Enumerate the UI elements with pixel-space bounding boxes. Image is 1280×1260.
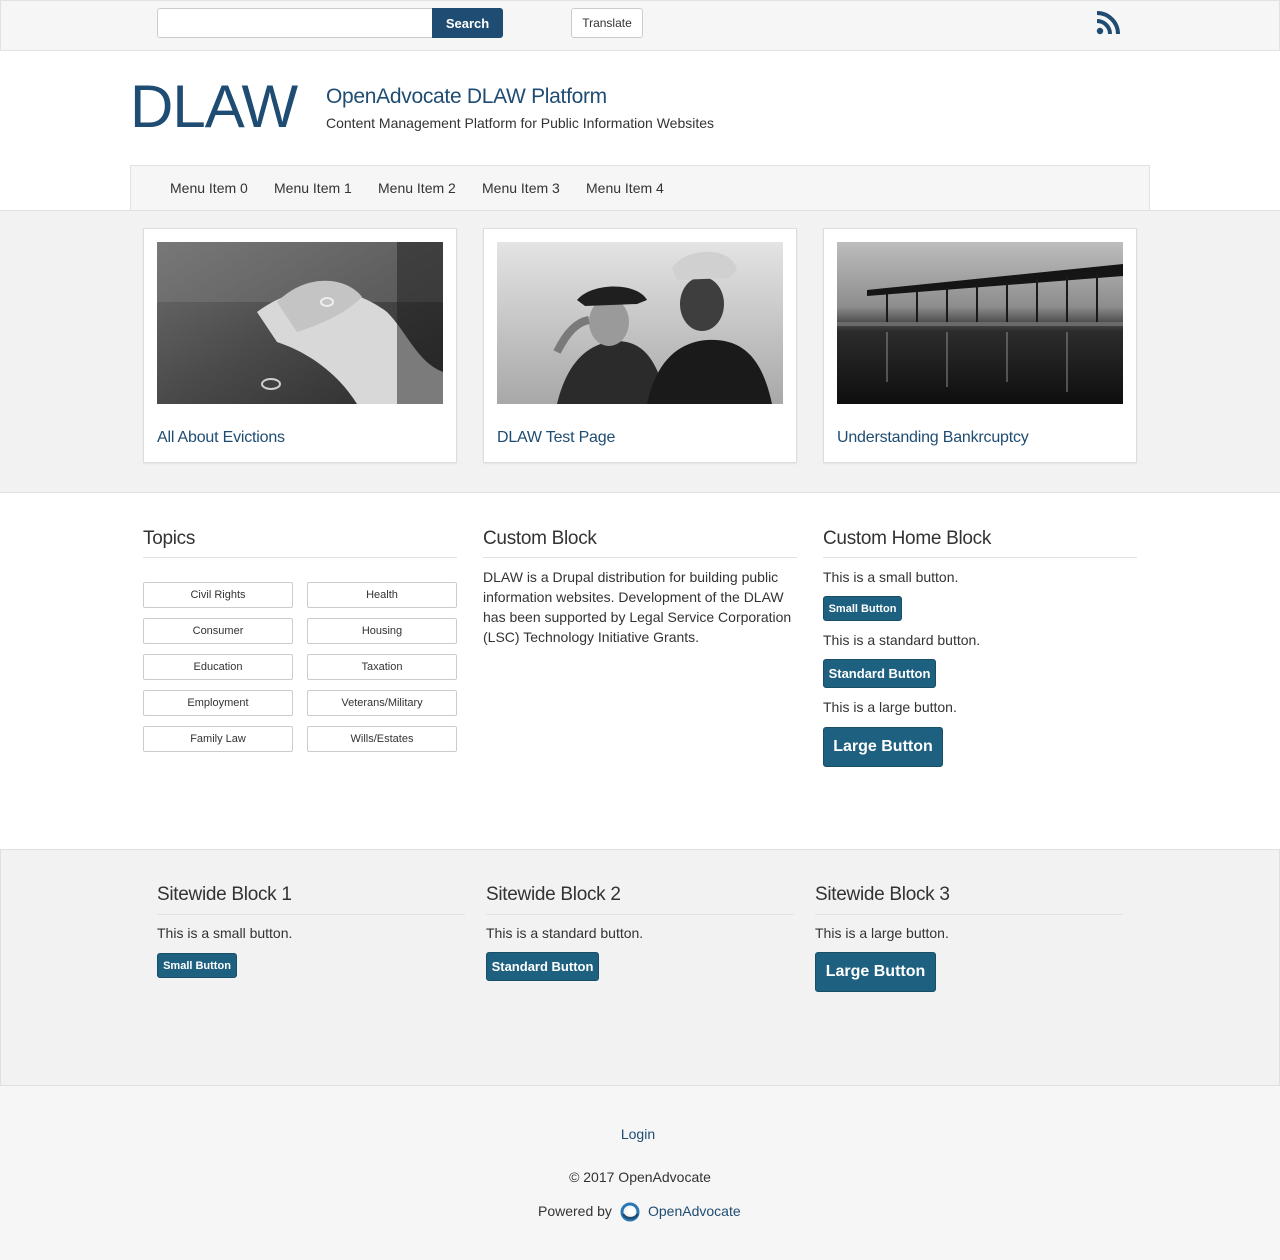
topic-button[interactable]: Consumer xyxy=(143,618,293,644)
copyright-text: © 2017 OpenAdvocate xyxy=(569,1169,711,1185)
sitewide-block-3-text: This is a large button. xyxy=(815,925,949,941)
standard-button-text: This is a standard button. xyxy=(823,632,981,648)
small-button[interactable]: Small Button xyxy=(157,953,237,978)
divider xyxy=(823,557,1137,558)
card-title[interactable]: Understanding Bankrcuptcy xyxy=(837,429,1029,447)
topic-button[interactable]: Wills/Estates xyxy=(307,726,457,752)
nav-item-4[interactable]: Menu Item 4 xyxy=(586,180,664,196)
featured-region: All About Evictions DLAW Test Page Under… xyxy=(0,210,1280,493)
nav-item-3[interactable]: Menu Item 3 xyxy=(482,180,560,196)
openadvocate-logo-icon xyxy=(620,1202,640,1222)
footer: Login © 2017 OpenAdvocate Powered by Ope… xyxy=(0,1086,1280,1260)
text-line: (LSC) Technology Initiative Grants. xyxy=(483,629,700,645)
login-link[interactable]: Login xyxy=(0,1126,1276,1142)
large-button-text: This is a large button. xyxy=(823,699,957,715)
topic-button[interactable]: Employment xyxy=(143,690,293,716)
nav-item-0[interactable]: Menu Item 0 xyxy=(170,180,248,196)
topics-title: Topics xyxy=(143,528,196,549)
sitewide-block-2-text: This is a standard button. xyxy=(486,925,644,941)
large-button[interactable]: Large Button xyxy=(823,727,943,767)
feature-card[interactable]: Understanding Bankrcuptcy xyxy=(823,228,1137,463)
top-bar: Search Translate xyxy=(0,0,1280,51)
sitewide-block-1-title: Sitewide Block 1 xyxy=(157,884,292,905)
custom-block-text: DLAW is a Drupal distribution for buildi… xyxy=(483,567,791,647)
standard-button[interactable]: Standard Button xyxy=(823,659,936,688)
nav-item-1[interactable]: Menu Item 1 xyxy=(274,180,352,196)
small-button-text: This is a small button. xyxy=(823,569,959,585)
topic-button[interactable]: Family Law xyxy=(143,726,293,752)
custom-home-block-title: Custom Home Block xyxy=(823,528,992,549)
site-slogan: Content Management Platform for Public I… xyxy=(326,115,715,131)
topic-button[interactable]: Health xyxy=(307,582,457,608)
sitewide-block-3-title: Sitewide Block 3 xyxy=(815,884,950,905)
main-nav: Menu Item 0 Menu Item 1 Menu Item 2 Menu… xyxy=(130,165,1150,210)
search-input[interactable] xyxy=(157,8,433,38)
pier-sunset-photo[interactable] xyxy=(837,242,1123,404)
card-title[interactable]: DLAW Test Page xyxy=(497,429,615,447)
sitewide-region: Sitewide Block 1 This is a small button.… xyxy=(0,849,1280,1086)
divider xyxy=(157,914,465,915)
large-button[interactable]: Large Button xyxy=(815,952,936,992)
translate-button[interactable]: Translate xyxy=(571,8,643,38)
divider xyxy=(815,914,1123,915)
topic-button[interactable]: Education xyxy=(143,654,293,680)
site-name[interactable]: OpenAdvocate DLAW Platform xyxy=(326,85,607,109)
small-button[interactable]: Small Button xyxy=(823,596,902,621)
search-button[interactable]: Search xyxy=(432,8,503,38)
veterans-salute-photo[interactable] xyxy=(497,242,783,404)
text-line: information websites. Development of the… xyxy=(483,589,784,605)
topic-button[interactable]: Civil Rights xyxy=(143,582,293,608)
card-title[interactable]: All About Evictions xyxy=(157,429,285,447)
sitewide-block-2-title: Sitewide Block 2 xyxy=(486,884,621,905)
rss-icon[interactable] xyxy=(1095,10,1121,36)
sitewide-block-1-text: This is a small button. xyxy=(157,925,293,941)
topic-button[interactable]: Taxation xyxy=(307,654,457,680)
feature-card[interactable]: All About Evictions xyxy=(143,228,457,463)
openadvocate-link[interactable]: OpenAdvocate xyxy=(648,1203,741,1219)
topic-button[interactable]: Veterans/Military xyxy=(307,690,457,716)
powered-by-label: Powered by xyxy=(538,1203,612,1219)
text-line: has been supported by Legal Service Corp… xyxy=(483,609,792,625)
divider xyxy=(483,557,797,558)
text-line: DLAW is a Drupal distribution for buildi… xyxy=(483,569,779,585)
divider xyxy=(486,914,794,915)
hands-ring-photo[interactable] xyxy=(157,242,443,404)
site-logo[interactable]: DLAW xyxy=(130,72,298,141)
divider xyxy=(143,557,457,558)
custom-block-title: Custom Block xyxy=(483,528,597,549)
topic-button[interactable]: Housing xyxy=(307,618,457,644)
feature-card[interactable]: DLAW Test Page xyxy=(483,228,797,463)
standard-button[interactable]: Standard Button xyxy=(486,952,599,981)
nav-item-2[interactable]: Menu Item 2 xyxy=(378,180,456,196)
